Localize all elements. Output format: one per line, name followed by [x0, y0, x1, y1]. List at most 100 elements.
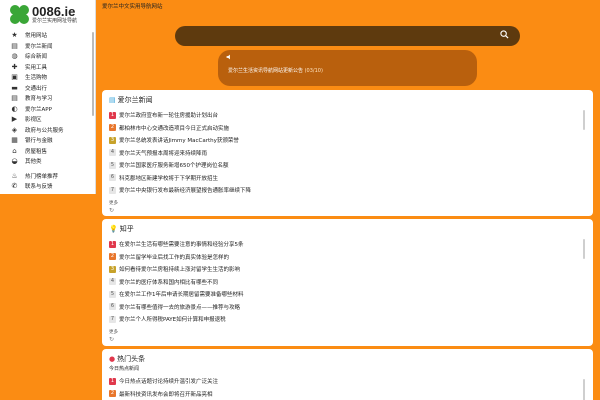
rank-badge: 5 [109, 161, 116, 169]
sidebar-item-label: 综合新闻 [25, 54, 48, 61]
list-item[interactable]: 7 爱尔兰个人所得税PAYE如何计算和申报退税 [109, 313, 586, 326]
card-title: 爱尔兰新闻 [117, 96, 153, 104]
refresh-icon[interactable]: ↻ [109, 336, 586, 343]
sidebar-item-label: 房屋租售 [25, 148, 48, 155]
sidebar-item[interactable]: ✆ 联系与反馈 [0, 181, 95, 192]
list-item[interactable]: 1 爱尔兰政府宣布新一轮住房援助计划出台 [109, 109, 586, 122]
list-item[interactable]: 2 都柏林市中心交通改造项目今日正式启动实施 [109, 122, 586, 135]
rank-badge: 2 [109, 390, 116, 398]
list-item[interactable]: 2 最新科技资讯发布会即将召开新品亮相 [109, 388, 586, 400]
list-item[interactable]: 1 今日热点话题讨论持续升温引发广泛关注 [109, 375, 586, 388]
sidebar-item[interactable]: ★ 常用网站 [0, 30, 95, 41]
page-title: 爱尔兰中文实用导航网站 [102, 4, 163, 10]
handshake-icon: ◒ [11, 157, 18, 166]
rank-badge: 7 [109, 315, 116, 323]
list-item[interactable]: 1 在爱尔兰生活有哪些需要注意的事情和经验分享5条 [109, 238, 586, 251]
sidebar-item[interactable]: ◈ 政府与公共服务 [0, 125, 95, 136]
notice-panel: 爱尔兰生活资讯导航网站更新公告 (03/10) [218, 50, 477, 86]
list-item-text: 爱尔兰个人所得税PAYE如何计算和申报退税 [119, 317, 226, 324]
phone-icon: ✆ [11, 182, 18, 191]
list-item[interactable]: 5 爱尔兰国家医疗服务新增650个护理岗位名额 [109, 159, 586, 172]
list-item-text: 如何看待爱尔兰房租持续上涨对留学生生活的影响 [119, 267, 241, 274]
notice-date: (03/10) [304, 68, 323, 74]
sidebar-item-label: 爱尔兰新闻 [25, 43, 53, 50]
news-list: 1 今日热点话题讨论持续升温引发广泛关注 2 最新科技资讯发布会即将召开新品亮相 [109, 375, 586, 400]
sidebar-item-label: 其他类 [25, 159, 42, 166]
sidebar-item-label: 联系与反馈 [25, 184, 53, 191]
sidebar-item[interactable]: ▦ 银行与金融 [0, 135, 95, 146]
list-item-text: 爱尔兰天气预报本周将迎来持续降雨 [119, 150, 208, 157]
rank-badge: 2 [109, 253, 116, 261]
news-list: 1 在爱尔兰生活有哪些需要注意的事情和经验分享5条 2 爱尔兰留学毕业后找工作的真实体… [109, 238, 586, 326]
card-scrollbar[interactable] [583, 379, 585, 400]
refresh-icon[interactable]: ↻ [109, 207, 586, 214]
speaker-icon [226, 54, 469, 62]
rank-badge: 4 [109, 278, 116, 286]
sidebar: 0086.ie 爱尔兰实用网址导航 ★ 常用网站 ▤ 爱尔兰新闻 ◍ 综合新闻 ✚ 实用工具 ▣… [0, 0, 96, 194]
news-list: 1 爱尔兰政府宣布新一轮住房援助计划出台 2 都柏林市中心交通改造项目今日正式启动实施… [109, 109, 586, 197]
brand-name: 0086.ie [32, 4, 76, 19]
sidebar-item[interactable]: ◐ 爱尔兰APP [0, 104, 95, 115]
rank-badge: 2 [109, 124, 116, 132]
search-icon[interactable] [498, 30, 510, 42]
list-item[interactable]: 4 爱尔兰的医疗体系和国内相比有哪些不同 [109, 276, 586, 289]
rank-badge: 4 [109, 149, 116, 157]
sidebar-item[interactable]: ◒ 其他类 [0, 156, 95, 167]
list-item[interactable]: 7 爱尔兰中央银行发布最新经济展望报告通胀率继续下降 [109, 184, 586, 197]
list-item-text: 爱尔兰总统发表讲话Jimmy MacCarthy获颁荣誉 [119, 138, 239, 145]
sidebar-item[interactable]: ▣ 生活购物 [0, 72, 95, 83]
more-link[interactable]: 更多 [109, 200, 586, 206]
list-item-text: 科克郡地区新建学校将于下学期开放招生 [119, 175, 219, 182]
news-card-zhihu: 💡 知乎 1 在爱尔兰生活有哪些需要注意的事情和经验分享5条 2 爱尔兰留学毕业后找工作的… [102, 219, 593, 346]
list-item-text: 在爱尔兰工作1年后申请长期居留需要准备哪些材料 [119, 292, 244, 299]
globe-icon: ◍ [11, 52, 18, 61]
sidebar-item[interactable]: ▶ 影视区 [0, 114, 95, 125]
card-title: 热门头条 [117, 355, 146, 363]
sidebar-nav: ★ 常用网站 ▤ 爱尔兰新闻 ◍ 综合新闻 ✚ 实用工具 ▣ 生活购物 ▬ 交通出行 ▤ 教育与学习 ◐ 爱尔… [0, 30, 95, 192]
sidebar-scrollbar[interactable] [92, 32, 94, 116]
list-item[interactable]: 6 爱尔兰有哪些值得一去的旅游景点——推荐与攻略 [109, 301, 586, 314]
list-item[interactable]: 3 爱尔兰总统发表讲话Jimmy MacCarthy获颁荣誉 [109, 134, 586, 147]
sidebar-item[interactable]: ♨ 热门榜单推荐 [0, 171, 95, 182]
card-scrollbar[interactable] [583, 239, 585, 259]
notice-item[interactable]: 爱尔兰生活资讯导航网站更新公告 (03/10) [226, 67, 469, 74]
sidebar-item-label: 生活购物 [25, 75, 48, 82]
sidebar-item-label: 银行与金融 [25, 138, 53, 145]
list-item-text: 爱尔兰国家医疗服务新增650个护理岗位名额 [119, 163, 229, 170]
sidebar-item[interactable]: ▤ 爱尔兰新闻 [0, 41, 95, 52]
video-icon: ▶ [11, 115, 18, 124]
card-title: 知乎 [119, 225, 134, 233]
list-item[interactable]: 5 在爱尔兰工作1年后申请长期居留需要准备哪些材料 [109, 288, 586, 301]
sidebar-item[interactable]: ▬ 交通出行 [0, 83, 95, 94]
rank-badge: 1 [109, 111, 116, 119]
sidebar-item[interactable]: ⌂ 房屋租售 [0, 146, 95, 157]
card-subtitle: 今日热点新闻 [109, 366, 140, 372]
news-card-ireland: ▤ 爱尔兰新闻 1 爱尔兰政府宣布新一轮住房援助计划出台 2 都柏林市中心交通改造项目今日… [102, 90, 593, 216]
news-icon: ▤ [109, 96, 116, 104]
list-item-text: 爱尔兰中央银行发布最新经济展望报告通胀率继续下降 [119, 188, 252, 195]
list-item[interactable]: 2 爱尔兰留学毕业后找工作的真实体验是怎样的 [109, 251, 586, 264]
site-logo[interactable]: 0086.ie 爱尔兰实用网址导航 [0, 0, 95, 30]
list-item[interactable]: 4 爱尔兰天气预报本周将迎来持续降雨 [109, 147, 586, 160]
shop-icon: ▣ [11, 73, 18, 82]
rank-badge: 1 [109, 377, 116, 385]
list-item-text: 爱尔兰有哪些值得一去的旅游景点——推荐与攻略 [119, 304, 241, 311]
search-bar [175, 26, 520, 46]
sidebar-item[interactable]: ◍ 综合新闻 [0, 51, 95, 62]
home-icon: ⌂ [12, 146, 17, 155]
star-icon: ★ [11, 31, 18, 40]
list-item[interactable]: 3 如何看待爱尔兰房租持续上涨对留学生生活的影响 [109, 263, 586, 276]
sidebar-item-label: 爱尔兰APP [25, 106, 52, 113]
sidebar-item[interactable]: ✚ 实用工具 [0, 62, 95, 73]
bank-icon: ▦ [11, 136, 18, 145]
education-icon: ▤ [11, 94, 18, 103]
rank-badge: 1 [109, 240, 116, 248]
more-link[interactable]: 更多 [109, 329, 586, 335]
shield-icon: ◈ [11, 125, 18, 134]
sidebar-item[interactable]: ▤ 教育与学习 [0, 93, 95, 104]
rank-badge: 6 [109, 174, 116, 182]
card-scrollbar[interactable] [583, 110, 585, 130]
search-input[interactable] [185, 29, 485, 43]
list-item[interactable]: 6 科克郡地区新建学校将于下学期开放招生 [109, 172, 586, 185]
clover-logo-icon [10, 5, 30, 25]
